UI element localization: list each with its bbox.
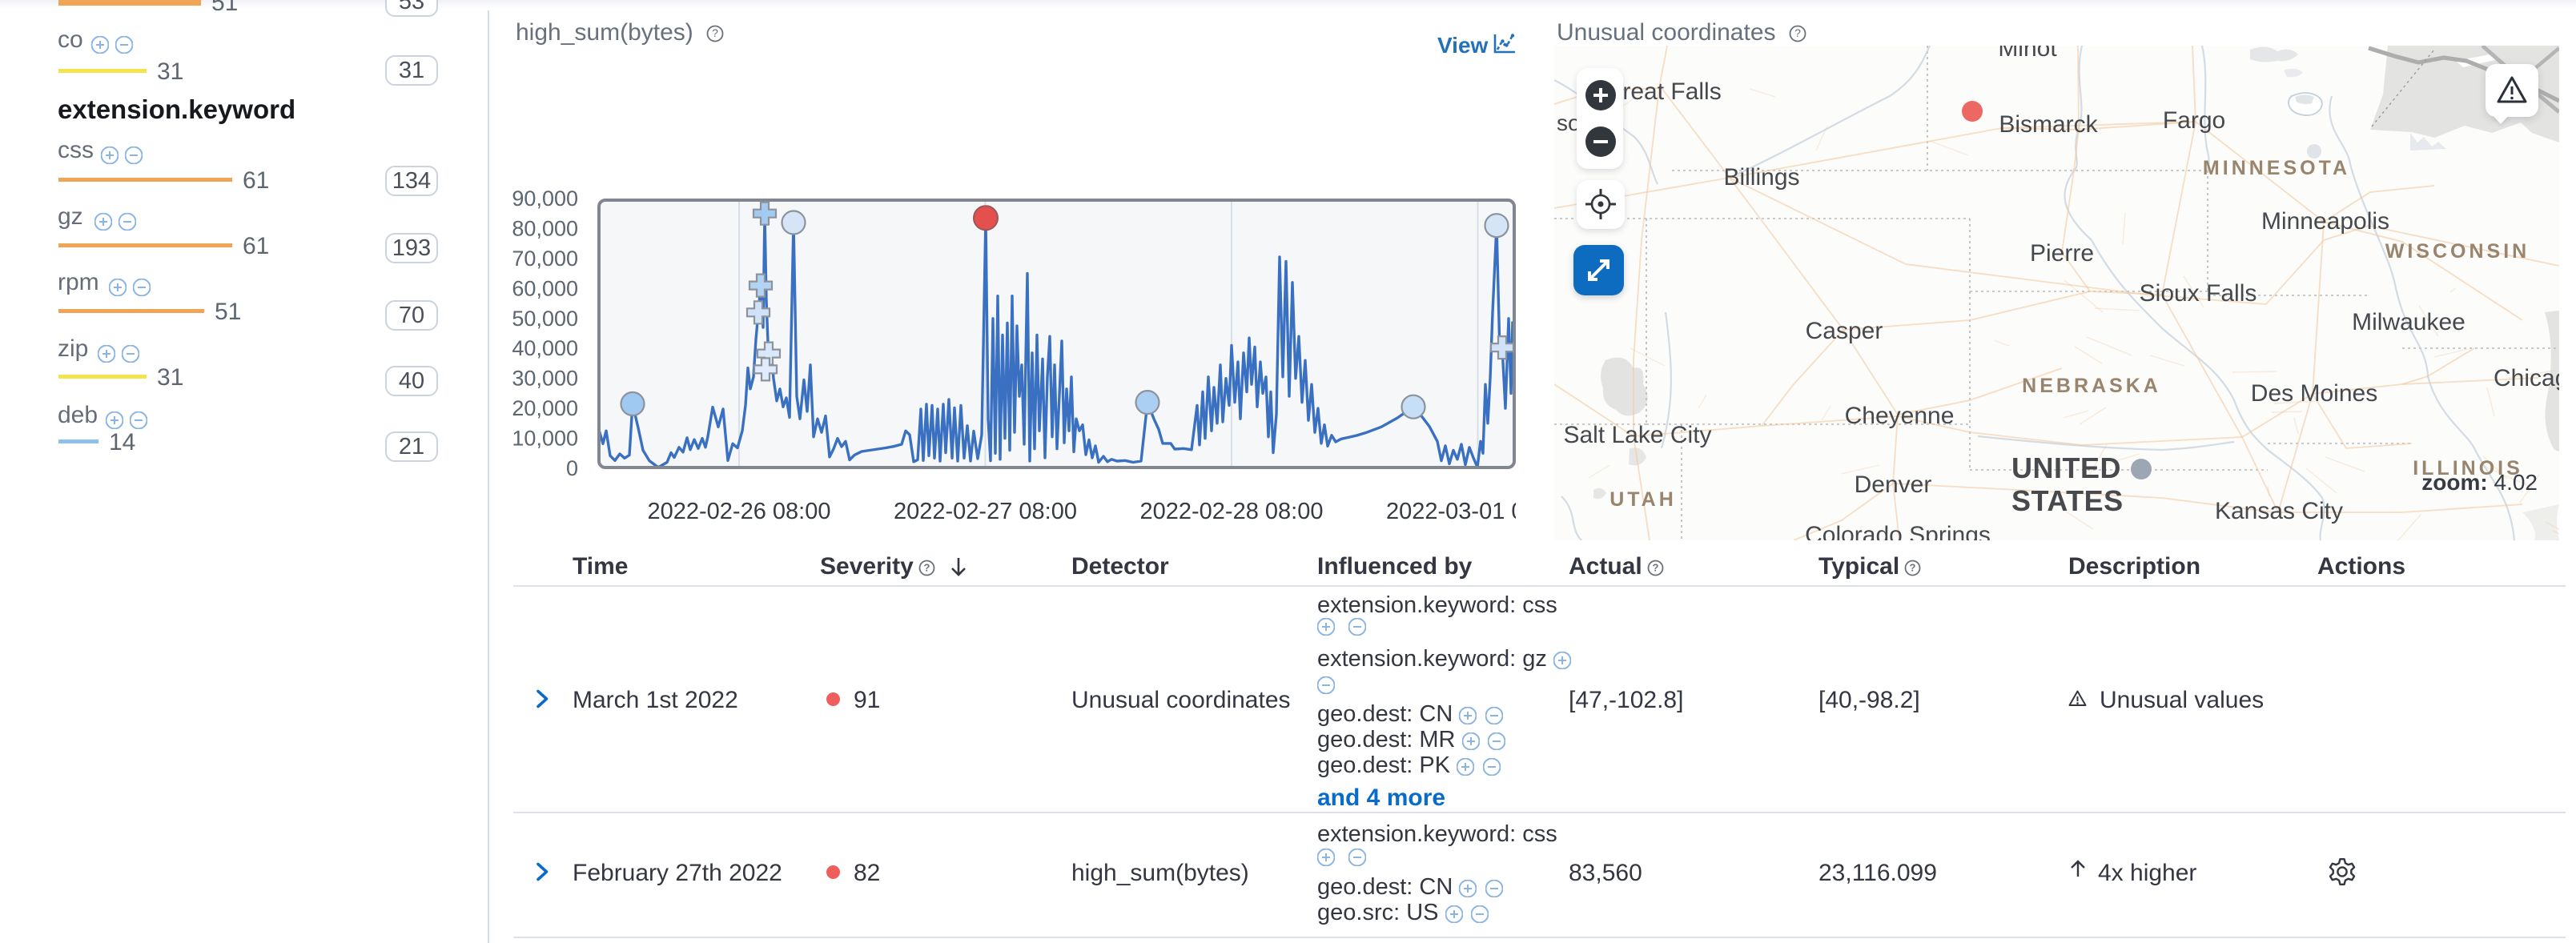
svg-text:Billings: Billings	[1723, 164, 1799, 191]
svg-text:Bismarck: Bismarck	[1999, 111, 2098, 138]
svg-text:40,000: 40,000	[512, 336, 578, 360]
svg-text:2022-03-01 08:00: 2022-03-01 08:00	[1386, 499, 1554, 524]
svg-text:2022-02-28 08:00: 2022-02-28 08:00	[1140, 499, 1324, 524]
svg-text:Salt Lake City: Salt Lake City	[1563, 422, 1711, 448]
svg-text:80,000: 80,000	[512, 216, 578, 240]
svg-text:Chicago: Chicago	[2494, 365, 2559, 391]
svg-text:UNITED: UNITED	[2011, 451, 2121, 484]
svg-text:UTAH: UTAH	[1609, 488, 1677, 511]
svg-text:Des Moines: Des Moines	[2251, 380, 2377, 407]
svg-text:?: ?	[1652, 562, 1658, 574]
svg-text:30,000: 30,000	[512, 367, 578, 391]
svg-text:MINNESOTA: MINNESOTA	[2203, 157, 2350, 179]
svg-text:Kansas City: Kansas City	[2215, 498, 2343, 524]
svg-text:Minneapolis: Minneapolis	[2261, 208, 2389, 235]
svg-text:2022-02-26 08:00: 2022-02-26 08:00	[648, 499, 831, 524]
svg-text:70,000: 70,000	[512, 247, 578, 271]
svg-text:10,000: 10,000	[512, 427, 578, 451]
svg-text:50,000: 50,000	[512, 307, 578, 331]
svg-text:20,000: 20,000	[512, 396, 578, 420]
svg-text:Minot: Minot	[1998, 46, 2057, 62]
svg-text:Casper: Casper	[1806, 318, 1883, 344]
svg-text:Colorado Springs: Colorado Springs	[1805, 522, 1991, 540]
svg-text:0: 0	[566, 456, 578, 480]
svg-text:90,000: 90,000	[512, 187, 578, 211]
svg-text:Sioux Falls: Sioux Falls	[2140, 280, 2257, 307]
svg-text:zoom: 4.02: zoom: 4.02	[2421, 470, 2538, 495]
svg-text:STATES: STATES	[2011, 484, 2124, 517]
svg-text:?: ?	[1910, 562, 1916, 574]
svg-text:2022-02-27 08:00: 2022-02-27 08:00	[894, 499, 1077, 524]
svg-text:?: ?	[1794, 26, 1801, 39]
svg-text:Pierre: Pierre	[2030, 240, 2094, 267]
svg-text:Denver: Denver	[1855, 471, 1932, 498]
svg-text:Milwaukee: Milwaukee	[2352, 309, 2465, 335]
svg-text:Cheyenne: Cheyenne	[1845, 403, 1955, 429]
svg-text:?: ?	[923, 562, 930, 574]
svg-text:WISCONSIN: WISCONSIN	[2385, 240, 2530, 263]
svg-text:60,000: 60,000	[512, 276, 578, 300]
svg-text:NEBRASKA: NEBRASKA	[2022, 375, 2161, 397]
svg-text:Fargo: Fargo	[2163, 107, 2225, 134]
